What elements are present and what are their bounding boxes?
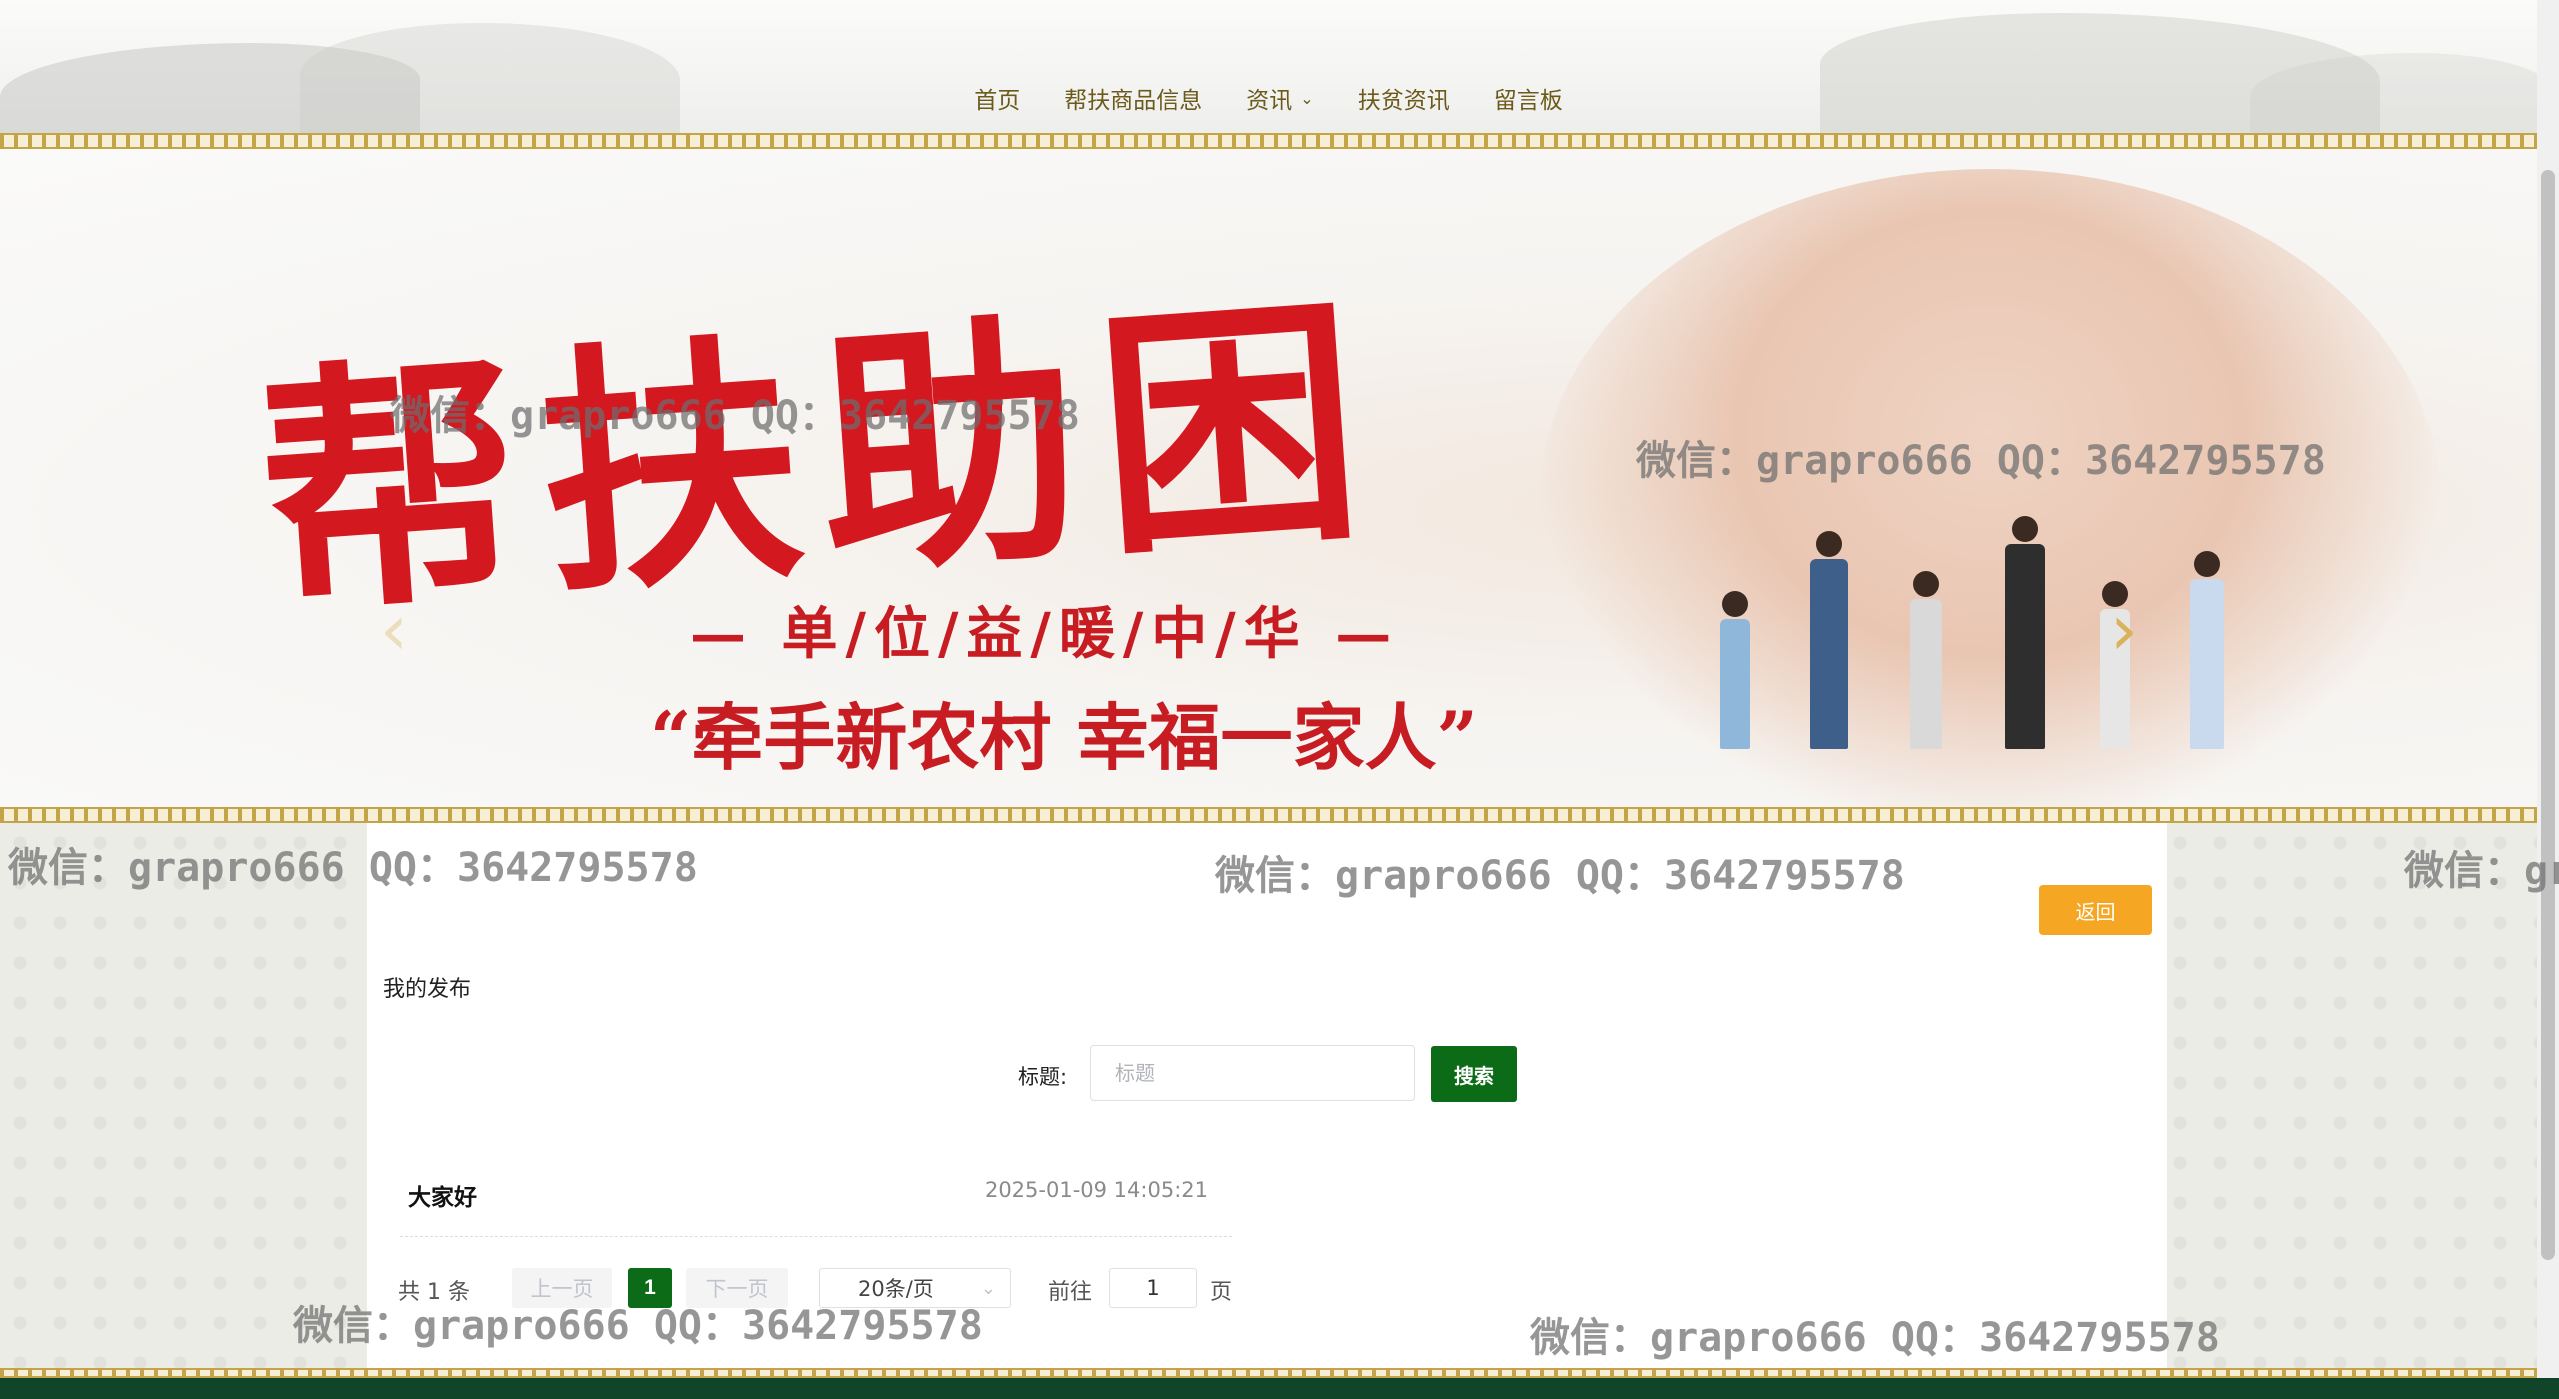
page-size-select[interactable]: 20条/页 ⌄ xyxy=(819,1268,1011,1308)
decorative-border-top xyxy=(0,133,2537,149)
scrollbar-thumb[interactable] xyxy=(2541,170,2555,1260)
nav-home-label: 首页 xyxy=(974,88,1021,114)
person-figure xyxy=(1910,571,1942,749)
section-title: 我的发布 xyxy=(383,977,472,1002)
nav-aid-products[interactable]: 帮扶商品信息 xyxy=(1042,78,1224,118)
banner-slogan: “牵手新农村 幸福一家人” xyxy=(650,695,1478,780)
banner-title: 帮扶助困 xyxy=(250,267,1390,650)
chevron-down-icon: ⌄ xyxy=(980,1277,996,1299)
decorative-border-footer xyxy=(0,1368,2537,1378)
list-item[interactable]: 大家好 2025-01-09 14:05:21 xyxy=(400,1160,1232,1237)
nav-message-board[interactable]: 留言板 xyxy=(1472,78,1585,118)
post-timestamp: 2025-01-09 14:05:21 xyxy=(984,1178,1208,1202)
nav-news-dropdown[interactable]: 资讯 ⌄ xyxy=(1224,78,1335,118)
hero-banner-carousel[interactable]: 帮扶助困 — 单/位/益/暖/中/华 — “牵手新农村 幸福一家人” ‹ › xyxy=(0,149,2537,807)
nav-message-board-label: 留言板 xyxy=(1493,88,1563,114)
goto-page-input[interactable] xyxy=(1109,1268,1197,1308)
person-figure xyxy=(2190,551,2224,749)
page-number-current[interactable]: 1 xyxy=(628,1268,672,1308)
prev-page-button[interactable]: 上一页 xyxy=(512,1268,612,1308)
nav-aid-products-label: 帮扶商品信息 xyxy=(1064,88,1203,114)
nav-poverty-news[interactable]: 扶贫资讯 xyxy=(1336,78,1472,118)
main-nav: 首页 帮扶商品信息 资讯 ⌄ 扶贫资讯 留言板 xyxy=(0,78,2537,118)
site-header: 首页 帮扶商品信息 资讯 ⌄ 扶贫资讯 留言板 xyxy=(0,0,2537,133)
nav-news-label: 资讯 xyxy=(1246,88,1293,114)
back-button[interactable]: 返回 xyxy=(2039,885,2152,935)
page-size-value: 20条/页 xyxy=(858,1277,934,1301)
chevron-down-icon: ⌄ xyxy=(1300,88,1314,108)
page-suffix-label: 页 xyxy=(1210,1280,1233,1305)
carousel-prev-arrow-icon[interactable]: ‹ xyxy=(380,589,408,671)
person-figure xyxy=(1720,591,1750,749)
goto-label: 前往 xyxy=(1048,1280,1093,1305)
search-title-label: 标题: xyxy=(1018,1065,1068,1089)
decorative-border-bottom xyxy=(0,807,2537,823)
next-page-button[interactable]: 下一页 xyxy=(686,1268,788,1308)
nav-poverty-news-label: 扶贫资讯 xyxy=(1357,88,1450,114)
page-scrollbar[interactable] xyxy=(2537,0,2559,1378)
site-footer xyxy=(0,1378,2559,1399)
family-figures xyxy=(1700,516,2260,749)
pagination-total: 共 1 条 xyxy=(398,1280,470,1305)
search-title-input[interactable] xyxy=(1090,1045,1415,1101)
person-figure xyxy=(2005,516,2045,749)
nav-home[interactable]: 首页 xyxy=(952,78,1042,118)
post-title: 大家好 xyxy=(408,1185,477,1211)
banner-subtitle: — 单/位/益/暖/中/华 — xyxy=(690,601,1400,667)
person-figure xyxy=(1810,531,1848,749)
search-button[interactable]: 搜索 xyxy=(1431,1046,1517,1102)
carousel-next-arrow-icon[interactable]: › xyxy=(2110,589,2138,671)
